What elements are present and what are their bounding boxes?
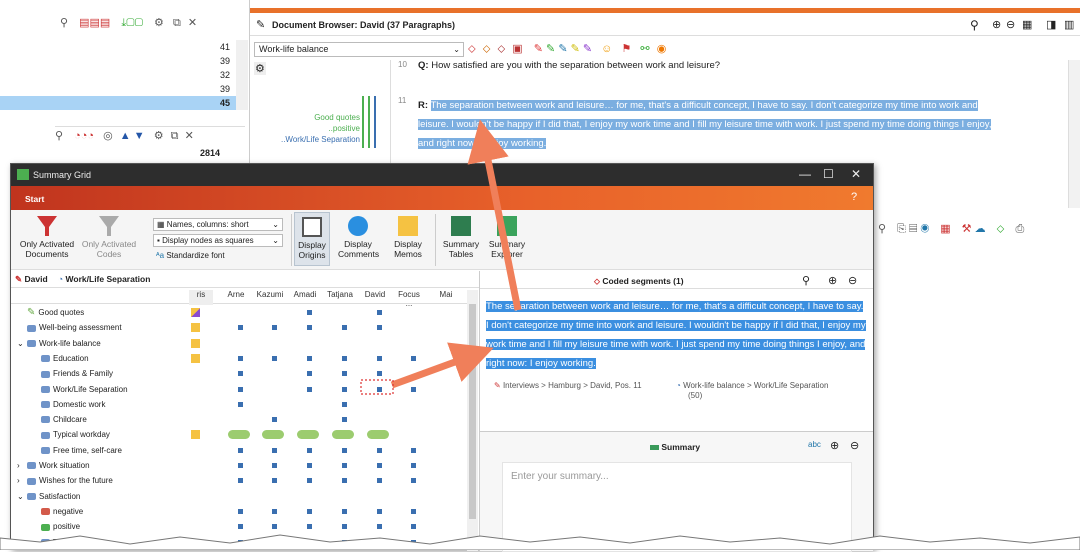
arrow-to-document [467,119,522,311]
selected-cell-highlight [360,379,394,395]
arrow-to-segment [390,342,494,389]
torn-edge [0,534,1080,550]
annotation-arrows [360,119,522,395]
